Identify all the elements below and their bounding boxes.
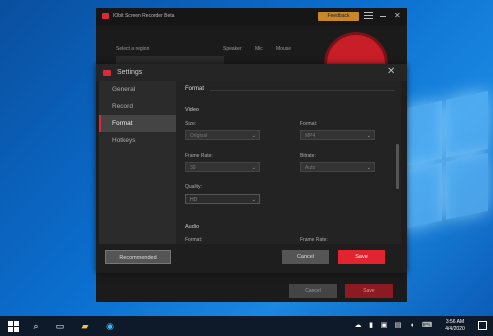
size-select[interactable]: Original ⌄ <box>185 130 260 140</box>
region-label: Select a region <box>116 46 150 52</box>
app-logo-icon <box>102 13 109 19</box>
notification-icon[interactable] <box>478 321 487 330</box>
section-title: Format <box>185 86 205 92</box>
camera-icon[interactable]: ▣ <box>378 320 390 332</box>
app-save-button[interactable]: Save <box>345 284 393 298</box>
nav-item-hotkeys[interactable]: Hotkeys <box>99 132 176 149</box>
settings-nav: General Record Format Hotkeys <box>99 81 176 244</box>
nav-item-record[interactable]: Record <box>99 98 176 115</box>
taskbar: ⌕ ▭ ▰ ◉ ☁ ▮ ▣ ▤ ◖ ⌨ 3:56 AM 4/4/2020 <box>0 316 493 336</box>
section-divider <box>210 90 395 91</box>
chevron-down-icon: ⌄ <box>366 165 371 171</box>
clock-date: 4/4/2020 <box>445 326 465 332</box>
audio-format-label: Format: <box>185 237 203 243</box>
bitrate-label: Bitrate: <box>300 153 316 159</box>
app-title: IObit Screen Recorder Beta <box>113 13 175 19</box>
app-cancel-button[interactable]: Cancel <box>289 284 337 298</box>
quality-label: Quality: <box>185 184 202 190</box>
search-icon[interactable]: ⌕ <box>30 320 42 332</box>
audio-framerate-label: Frame Rate: <box>300 237 328 243</box>
audio-heading: Audio <box>185 224 200 230</box>
clock[interactable]: 3:56 AM 4/4/2020 <box>437 319 473 333</box>
cloud-icon[interactable]: ☁ <box>352 320 364 332</box>
nav-item-general[interactable]: General <box>99 81 176 98</box>
network-icon[interactable]: ▤ <box>392 320 404 332</box>
speaker-label: Speaker <box>223 46 242 52</box>
task-view-icon[interactable]: ▭ <box>54 320 66 332</box>
desktop-windows-logo <box>400 90 490 249</box>
settings-logo-icon <box>103 70 111 76</box>
settings-title: Settings <box>117 69 143 76</box>
file-explorer-icon[interactable]: ▰ <box>79 320 91 332</box>
settings-dialog: Settings ✕ General Record Format Hotkeys… <box>96 64 407 273</box>
clock-time: 3:56 AM <box>445 319 465 325</box>
chevron-down-icon: ⌄ <box>251 197 256 203</box>
framerate-label: Frame Rate: <box>185 153 213 159</box>
bitrate-select[interactable]: Auto ⌄ <box>300 162 375 172</box>
format-label: Format: <box>300 121 318 127</box>
cancel-button[interactable]: Cancel <box>282 250 329 264</box>
nav-item-format[interactable]: Format <box>99 115 176 132</box>
edge-icon[interactable]: ◉ <box>104 320 116 332</box>
windows-start-icon[interactable] <box>7 320 19 332</box>
recorder-titlebar: IObit Screen Recorder Beta Feedback ✕ <box>96 8 407 26</box>
framerate-select[interactable]: 30 ⌄ <box>185 162 260 172</box>
size-label: Size: <box>185 121 197 127</box>
video-heading: Video <box>185 107 199 113</box>
settings-content: Format Video Size: Original ⌄ Format: MP4… <box>176 81 401 244</box>
minimize-icon[interactable] <box>380 16 386 17</box>
quality-select[interactable]: HD ⌄ <box>185 194 260 204</box>
settings-close-icon[interactable]: ✕ <box>387 66 395 77</box>
close-icon[interactable]: ✕ <box>394 11 401 20</box>
settings-scrollbar[interactable] <box>396 144 399 189</box>
mic-label: Mic <box>255 46 263 52</box>
recommended-button[interactable]: Recommended <box>105 250 171 264</box>
chevron-down-icon: ⌄ <box>366 133 371 139</box>
keyboard-icon[interactable]: ⌨ <box>421 320 433 332</box>
chevron-down-icon: ⌄ <box>251 133 256 139</box>
settings-header: Settings ✕ <box>96 64 407 81</box>
usb-icon[interactable]: ▮ <box>365 320 377 332</box>
save-button[interactable]: Save <box>338 250 385 264</box>
menu-icon[interactable] <box>364 12 373 20</box>
feedback-button[interactable]: Feedback <box>318 12 359 21</box>
volume-icon[interactable]: ◖ <box>406 320 418 332</box>
format-select[interactable]: MP4 ⌄ <box>300 130 375 140</box>
chevron-down-icon: ⌄ <box>251 165 256 171</box>
mouse-label: Mouse <box>276 46 292 52</box>
